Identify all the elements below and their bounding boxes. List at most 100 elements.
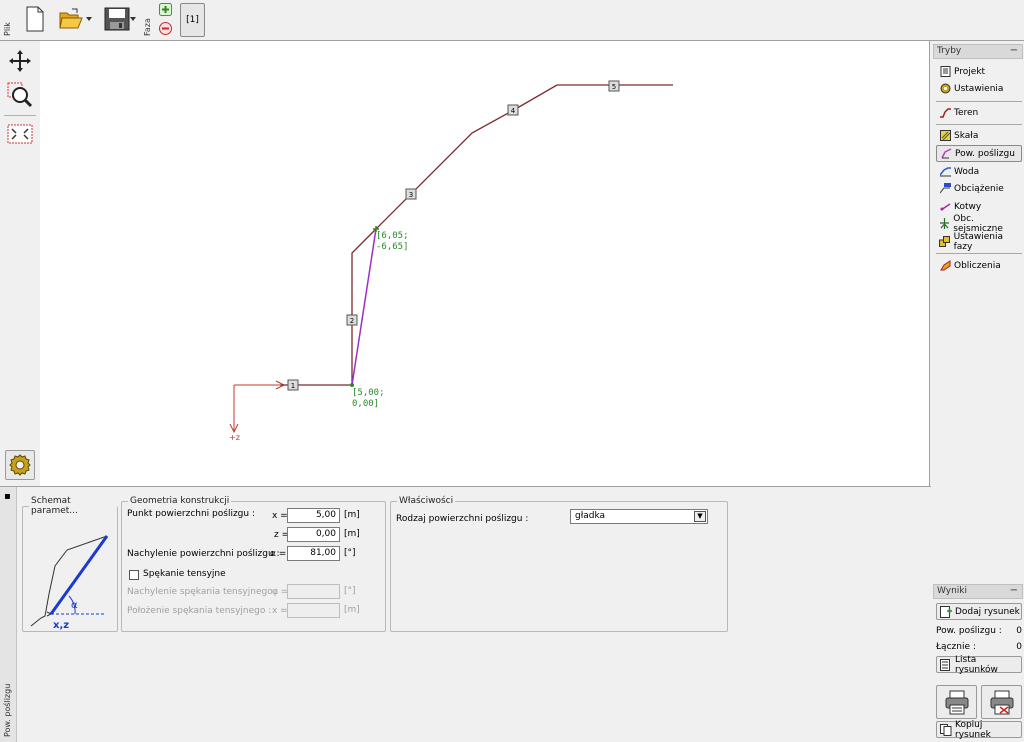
list-drawings-button[interactable]: Lista rysunków	[936, 655, 1022, 675]
mode-seismic[interactable]: Obc. sejsmiczne	[936, 214, 1022, 234]
save-file-button[interactable]	[100, 4, 140, 34]
chevron-down-icon	[130, 17, 136, 21]
mode-project[interactable]: Projekt	[936, 63, 1022, 80]
terrain-line	[280, 84, 673, 386]
open-file-button[interactable]	[55, 4, 95, 34]
properties-title: Właściwości	[399, 496, 454, 506]
copy-icon	[940, 723, 952, 736]
segment-label-4: 4	[507, 104, 519, 116]
load-icon	[939, 183, 951, 195]
total-count-value: 0	[1016, 642, 1022, 652]
mode-label: Obliczenia	[954, 260, 1001, 271]
print-button[interactable]	[936, 685, 977, 719]
z-input[interactable]: 0,00	[287, 527, 340, 542]
svg-text:4: 4	[511, 107, 516, 115]
svg-text:2: 2	[350, 317, 354, 325]
fit-view-button[interactable]	[6, 120, 34, 148]
slip-point-bottom[interactable]	[350, 383, 354, 387]
file-menu-label[interactable]: Plik	[3, 6, 12, 36]
modes-header: Tryby −	[933, 44, 1023, 59]
document-icon	[939, 66, 951, 78]
zoom-icon	[7, 82, 33, 108]
dropdown-arrow-icon[interactable]: ▼	[694, 511, 706, 522]
results-header: Wyniki −	[933, 584, 1023, 599]
mode-rock[interactable]: Skała	[936, 127, 1022, 144]
panel-side-tab: ▪ Pow. poślizgu	[0, 487, 17, 742]
point-top-label-z: -6,65]	[376, 242, 409, 252]
mode-separator	[936, 124, 1022, 125]
chevron-down-icon	[86, 17, 92, 21]
segment-label-5: 5	[608, 80, 620, 92]
phase-label: Faza	[143, 18, 152, 36]
pin-icon[interactable]: ▪	[4, 491, 12, 502]
add-drawing-label: Dodaj rysunek	[955, 606, 1020, 617]
slip-type-value: gładka	[575, 511, 606, 521]
mode-label: Ustawienia fazy	[953, 231, 1004, 252]
mode-label: Skała	[954, 130, 979, 141]
mode-phase-settings[interactable]: Ustawienia fazy	[936, 231, 1022, 252]
new-file-button[interactable]	[22, 4, 48, 34]
mode-label: Woda	[954, 166, 980, 177]
x-input[interactable]: 5,00	[287, 508, 340, 523]
anchor-icon	[939, 201, 951, 213]
panel-title: Pow. poślizgu	[3, 683, 12, 737]
water-icon	[939, 166, 951, 178]
add-phase-button[interactable]	[159, 3, 172, 16]
collapse-modes-button[interactable]: −	[1010, 44, 1018, 57]
x-label: x =	[272, 511, 288, 521]
total-count-label: Łącznie :	[936, 642, 976, 652]
mode-label: Kotwy	[954, 201, 982, 212]
fit-extents-icon	[7, 124, 33, 144]
point-bottom-label-z: 0,00]	[352, 399, 379, 409]
zoom-button[interactable]	[6, 81, 34, 109]
phi-unit: [°]	[344, 586, 356, 596]
settings-button[interactable]	[5, 450, 35, 480]
minus-icon	[159, 22, 172, 35]
mode-label: Obciążenie	[954, 183, 1004, 194]
add-drawing-button[interactable]: Dodaj rysunek	[936, 603, 1022, 620]
segment-label-1: 1	[287, 379, 299, 391]
list-icon	[940, 658, 952, 671]
remove-phase-button[interactable]	[159, 22, 172, 35]
analysis-icon	[939, 260, 951, 272]
tensile-pos-input	[287, 603, 340, 618]
save-disk-icon	[104, 7, 130, 31]
svg-text:5: 5	[612, 83, 616, 91]
mode-label: Projekt	[954, 66, 986, 77]
mode-separator	[936, 101, 1022, 102]
add-drawing-icon	[940, 605, 952, 618]
collapse-results-button[interactable]: −	[1010, 584, 1018, 597]
schema-xz-label: x,z	[53, 620, 69, 631]
drawing-canvas[interactable]: +z 1 2 3 4 5 [5,00; 0,00] [6,05; -6,65]	[40, 41, 930, 486]
mode-load[interactable]: Obciążenie	[936, 180, 1022, 197]
mode-separator	[936, 253, 1022, 254]
print-preview-button[interactable]	[981, 685, 1022, 719]
input-panel: ▪ Pow. poślizgu Schemat paramet... α x,z…	[0, 486, 931, 742]
mode-label: Ustawienia	[954, 83, 1004, 94]
phase-tab-1[interactable]: [1]	[180, 3, 205, 37]
pan-button[interactable]	[6, 47, 34, 75]
tensile-pos-label: Położenie spękania tensyjnego :	[127, 606, 272, 616]
alpha-label: α =	[270, 549, 287, 559]
tensile-crack-checkbox[interactable]	[129, 570, 139, 580]
alpha-input[interactable]: 81,00	[287, 546, 340, 561]
mode-anchors[interactable]: Kotwy	[936, 198, 1022, 215]
seismic-icon	[939, 218, 950, 230]
inclination-label: Nachylenie powierzchni poślizgu :	[127, 549, 280, 559]
alpha-unit: [°]	[344, 548, 356, 558]
right-panel: Tryby − Projekt Ustawienia Teren Skała P…	[931, 41, 1024, 742]
mode-slip-surface[interactable]: Pow. poślizgu	[936, 145, 1022, 162]
x2-label: x =	[272, 606, 288, 616]
mode-settings[interactable]: Ustawienia	[936, 80, 1022, 97]
tool-separator	[4, 115, 36, 116]
mode-terrain[interactable]: Teren	[936, 104, 1022, 121]
mode-water[interactable]: Woda	[936, 163, 1022, 180]
mode-analysis[interactable]: Obliczenia	[936, 257, 1022, 274]
folder-open-icon	[59, 8, 83, 29]
slip-count-label: Pow. poślizgu :	[936, 626, 1002, 636]
copy-drawing-button[interactable]: Kopiuj rysunek	[936, 720, 1022, 740]
schema-diagram: α x,z	[30, 535, 109, 631]
schema-alpha-label: α	[71, 600, 78, 611]
slip-type-select[interactable]: gładka ▼	[570, 509, 708, 524]
z-axis-label: +z	[229, 433, 240, 442]
